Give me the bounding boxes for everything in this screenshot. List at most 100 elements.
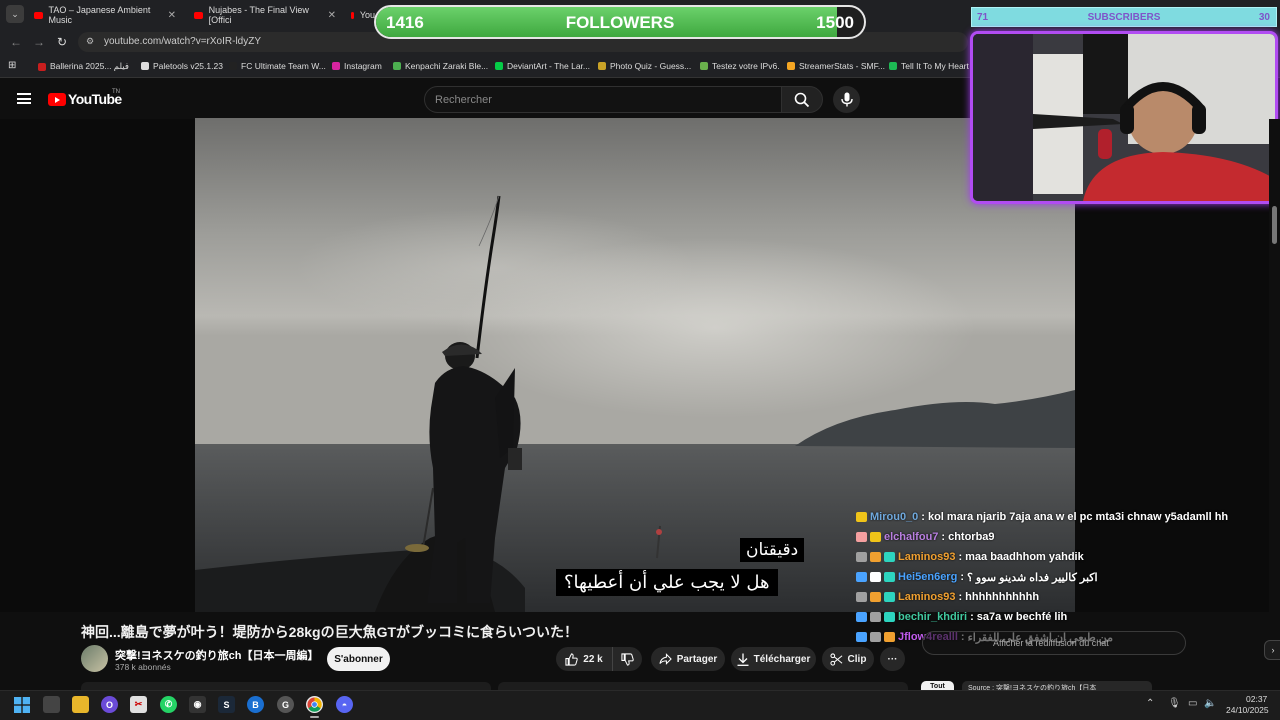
scrollbar-thumb[interactable] (1272, 206, 1277, 244)
voice-search-button[interactable] (833, 86, 860, 113)
bookmark-item[interactable]: Ballerina 2025... فيلم (38, 61, 129, 72)
close-tab-icon[interactable]: ✕ (328, 10, 336, 21)
chat-username[interactable]: Hei5en6erg (898, 571, 957, 583)
task-view-icon[interactable] (43, 696, 60, 713)
chat-message: bechir_khdiri: sa7a w bechfé lih (856, 608, 1067, 626)
scissors-icon (829, 652, 842, 666)
browser-tab[interactable]: TAO – Japanese Ambient Music ✕ (26, 4, 184, 26)
clock-date[interactable]: 24/10/2025 (1226, 705, 1269, 715)
chrome-icon[interactable] (306, 696, 323, 718)
chat-badge-icon (870, 612, 881, 622)
tab-search-button[interactable]: ⌄ (6, 5, 24, 23)
share-label: Partager (676, 653, 718, 665)
tray-chevron-icon[interactable]: ⌃ (1146, 698, 1154, 709)
chat-badge-icon (856, 632, 867, 642)
clip-button[interactable]: Clip (822, 647, 874, 671)
search-input[interactable] (424, 86, 782, 113)
dislike-button[interactable] (612, 647, 642, 671)
youtube-favicon-icon (194, 11, 203, 19)
bookmark-item[interactable]: Instagram (332, 61, 382, 71)
followers-goal: 1500 (816, 13, 854, 32)
whatsapp-icon[interactable]: ✆ (160, 696, 177, 713)
app-icon[interactable]: O (101, 696, 118, 713)
obs-icon[interactable]: ◉ (189, 696, 206, 713)
bookmark-item[interactable]: Paletools v25.1.23 (141, 61, 223, 71)
webcam-feed (970, 31, 1278, 204)
close-tab-icon[interactable]: ✕ (168, 10, 176, 21)
discord-icon[interactable]: ◓ (336, 696, 353, 713)
subscribe-button[interactable]: S'abonner (327, 647, 390, 671)
volume-icon[interactable]: 🔈 (1204, 698, 1216, 709)
channel-name[interactable]: 突撃!ヨネスケの釣り旅ch【日本一周編】 (115, 647, 319, 663)
share-button[interactable]: Partager (651, 647, 725, 671)
bookmark-label: StreamerStats - SMF... (799, 61, 885, 71)
description-box[interactable] (81, 682, 491, 690)
chat-text: kol mara njarib 7aja ana w el pc mta3i c… (927, 511, 1229, 523)
chat-text: sa7a w bechfé lih (976, 611, 1068, 623)
download-label: Télécharger (753, 653, 811, 665)
youtube-logo-icon[interactable] (48, 93, 66, 106)
chat-username[interactable]: elchalfou7 (884, 531, 938, 543)
chat-badge-icon (870, 552, 881, 562)
clock-time[interactable]: 02:37 (1246, 694, 1267, 704)
tab-title: TAO – Japanese Ambient Music (48, 5, 151, 25)
bookmark-favicon-icon (393, 62, 401, 70)
chat-separator: : (958, 591, 963, 603)
bookmark-label: DeviantArt - The Lar... (507, 61, 590, 71)
snipping-tool-icon[interactable]: ✂ (130, 696, 147, 713)
page-scrollbar[interactable] (1269, 119, 1280, 679)
chat-badge-icon (870, 592, 881, 602)
bookmark-label: FC Ultimate Team W... (241, 61, 326, 71)
chat-badge-icon (884, 572, 895, 582)
apps-grid-icon[interactable]: ⊞ (8, 60, 16, 71)
video-title: 神回...離島で夢が叶う！堤防から28kgの巨大魚GTがブッコミに食らいついた！ (81, 624, 579, 640)
chat-username[interactable]: Laminos93 (898, 591, 955, 603)
like-button[interactable]: 22 k (556, 647, 612, 671)
browser-tab[interactable]: Nujabes - The Final View [Offici ✕ (186, 4, 344, 26)
bookmark-item[interactable]: Tell It To My Heart (889, 61, 969, 71)
bookmark-item[interactable]: DeviantArt - The Lar... (495, 61, 590, 71)
app-icon[interactable]: G (277, 696, 294, 713)
network-icon[interactable]: ▭ (1188, 698, 1197, 709)
site-info-icon[interactable]: ⚙ (86, 36, 94, 47)
comments-box[interactable] (498, 682, 908, 690)
subscribers-goal-bar: 71 SUBSCRIBERS 30 (971, 7, 1277, 27)
youtube-favicon-icon (34, 11, 43, 19)
more-actions-button[interactable]: ··· (880, 647, 905, 671)
search-button[interactable] (781, 86, 823, 113)
bookmark-item[interactable]: Photo Quiz - Guess... (598, 61, 691, 71)
chat-message: Hei5en6erg: اكبر كاليير فداه شدينو سوو ؟ (856, 568, 1098, 586)
forward-arrow-icon[interactable]: → (33, 35, 45, 49)
download-button[interactable]: Télécharger (731, 647, 816, 671)
bookmark-item[interactable]: Testez votre IPv6. (700, 61, 780, 71)
chat-username[interactable]: Mirou0_0 (870, 511, 918, 523)
chat-username[interactable]: Laminos93 (898, 551, 955, 563)
bookmark-label: Tell It To My Heart (901, 61, 969, 71)
microphone-tray-icon[interactable]: 🎙 (1168, 698, 1181, 709)
chat-username[interactable]: bechir_khdiri (898, 611, 967, 623)
bookmark-item[interactable]: Kenpachi Zaraki Ble... (393, 61, 488, 71)
menu-icon[interactable] (17, 93, 31, 104)
chat-badge-icon (856, 512, 867, 522)
clip-label: Clip (847, 653, 867, 665)
address-bar-url[interactable]: youtube.com/watch?v=rXoIR-ldyZY (104, 36, 261, 47)
search-icon (794, 92, 810, 107)
chat-replay-button[interactable]: Afficher la rediffusion du chat (922, 631, 1186, 655)
channel-avatar[interactable] (81, 645, 108, 672)
windows-start-icon[interactable] (13, 696, 30, 713)
bookmark-label: Testez votre IPv6. (712, 61, 780, 71)
file-explorer-icon[interactable] (72, 696, 89, 713)
bookmark-favicon-icon (495, 62, 503, 70)
reload-icon[interactable]: ↻ (57, 35, 67, 49)
like-count: 22 k (583, 653, 603, 665)
back-arrow-icon[interactable]: ← (10, 35, 22, 49)
chat-badge-icon (884, 612, 895, 622)
chat-badge-icon (856, 612, 867, 622)
bookmark-item[interactable]: StreamerStats - SMF... (787, 61, 885, 71)
bookmark-item[interactable]: FC Ultimate Team W... (229, 61, 326, 71)
chat-separator: : (958, 551, 963, 563)
webcam-image (973, 34, 1275, 201)
chevron-right-icon[interactable]: › (1264, 640, 1280, 660)
steam-icon[interactable]: S (218, 696, 235, 713)
battle-net-icon[interactable]: B (247, 696, 264, 713)
